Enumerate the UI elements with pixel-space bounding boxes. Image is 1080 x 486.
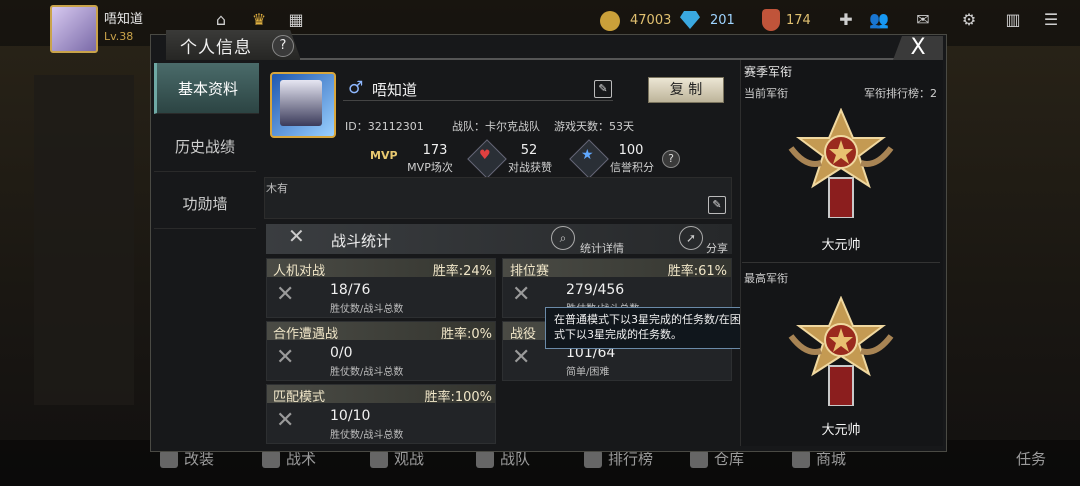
current-rank-name: 大元帅 bbox=[821, 238, 861, 253]
card-value: 279/456 bbox=[566, 282, 625, 298]
mvp-badge: MVP bbox=[370, 149, 398, 162]
gold-value: 47003 bbox=[630, 13, 672, 28]
shop-icon bbox=[792, 449, 810, 468]
best-rank-name: 大元帅 bbox=[821, 423, 861, 438]
wrench-icon bbox=[160, 449, 178, 468]
menu-icon[interactable]: ☰ bbox=[1040, 8, 1062, 30]
credit-label: 信誉积分 bbox=[610, 161, 654, 174]
likes-label: 对战获赞 bbox=[508, 161, 552, 174]
friends-icon[interactable]: 👥 bbox=[868, 8, 890, 30]
tab-basic-info[interactable]: 基本资料 bbox=[154, 63, 259, 114]
card-rate: 胜率:61% bbox=[667, 264, 727, 279]
warehouse-icon bbox=[690, 449, 708, 468]
crossed-guns-icon: ✕ bbox=[276, 408, 295, 433]
heart-glyph: ♥ bbox=[479, 148, 491, 163]
combat-stats-title: 战斗统计 bbox=[331, 232, 392, 250]
home-icon[interactable]: ⌂ bbox=[210, 8, 232, 30]
crossed-guns-icon: ✕ bbox=[512, 345, 531, 370]
mvp-value: 173 bbox=[422, 143, 448, 158]
player-id: ID：32112301 bbox=[345, 120, 424, 133]
tab-honor-wall[interactable]: 功勋墙 bbox=[154, 178, 256, 229]
signature-box[interactable] bbox=[264, 177, 732, 219]
likes-value: 52 bbox=[520, 143, 538, 158]
medal-icon bbox=[762, 9, 780, 31]
bottom-item-mission[interactable]: 任务 bbox=[1016, 448, 1046, 469]
tab-history[interactable]: 历史战绩 bbox=[154, 121, 256, 172]
share-icon[interactable]: ➚ bbox=[679, 226, 703, 250]
edit-name-icon[interactable]: ✎ bbox=[594, 80, 612, 98]
edit-signature-icon[interactable]: ✎ bbox=[708, 196, 726, 214]
grid-icon[interactable]: ▦ bbox=[285, 8, 307, 30]
card-sub: 胜仗数/战斗总数 bbox=[330, 304, 404, 315]
card-sub: 简单/困难 bbox=[566, 367, 610, 378]
play-days: 游戏天数：53天 bbox=[554, 120, 634, 133]
mvp-label: MVP场次 bbox=[407, 161, 453, 174]
medal-value: 174 bbox=[786, 13, 811, 28]
card-value: 18/76 bbox=[330, 282, 371, 298]
leaderboard-icon bbox=[584, 449, 602, 468]
card-rate: 胜率:24% bbox=[432, 264, 492, 279]
skull-icon bbox=[262, 449, 280, 468]
team-icon bbox=[476, 449, 494, 468]
player-avatar[interactable] bbox=[50, 5, 98, 53]
share-label[interactable]: 分享 bbox=[706, 240, 728, 256]
stats-detail-label[interactable]: 统计详情 bbox=[580, 240, 624, 256]
card-name: 人机对战 bbox=[273, 264, 326, 279]
modal-help-icon[interactable]: ? bbox=[272, 35, 294, 57]
gold-icon bbox=[600, 11, 620, 31]
star-glyph: ★ bbox=[581, 147, 594, 163]
player-team: 战队：卡尔克战队 bbox=[452, 120, 540, 133]
gear-icon[interactable]: ⚙ bbox=[958, 8, 980, 30]
rank-header: 赛季军衔 bbox=[744, 65, 793, 79]
modal-title: 个人信息 bbox=[180, 38, 252, 58]
card-name: 战役 bbox=[510, 327, 537, 342]
card-sub: 胜仗数/战斗总数 bbox=[330, 367, 404, 378]
card-rate: 胜率:100% bbox=[424, 390, 492, 405]
book-icon[interactable]: ▥ bbox=[1002, 8, 1024, 30]
credit-value: 100 bbox=[618, 143, 644, 158]
background-left-panel bbox=[34, 75, 134, 405]
plus-icon[interactable]: ✚ bbox=[835, 8, 857, 30]
card-name: 匹配模式 bbox=[273, 390, 326, 405]
crown-icon[interactable]: ♛ bbox=[248, 8, 270, 30]
card-rate: 胜率:0% bbox=[440, 327, 492, 342]
male-icon: ♂ bbox=[348, 78, 364, 98]
crossed-guns-icon: ✕ bbox=[512, 282, 531, 307]
stats-help-icon[interactable]: ? bbox=[662, 150, 680, 168]
player-level: Lv.38 bbox=[104, 30, 134, 43]
eye-icon bbox=[370, 449, 388, 468]
card-sub: 胜仗数/战斗总数 bbox=[330, 430, 404, 441]
player-name: 唔知道 bbox=[104, 12, 144, 27]
current-rank-medal-icon bbox=[788, 108, 894, 218]
crossed-guns-icon: ✕ bbox=[288, 224, 305, 248]
card-name: 排位赛 bbox=[510, 264, 550, 279]
card-name: 合作遭遇战 bbox=[273, 327, 339, 342]
current-rank-label: 当前军衔 bbox=[744, 87, 788, 100]
copy-button[interactable]: 复 制 bbox=[648, 77, 724, 103]
card-value: 0/0 bbox=[330, 345, 353, 361]
mail-icon[interactable]: ✉ bbox=[912, 8, 934, 30]
best-rank-medal-icon bbox=[788, 296, 894, 406]
signature-text: 木有 bbox=[266, 182, 288, 195]
card-value: 10/10 bbox=[330, 408, 371, 424]
stats-detail-icon[interactable]: ⌕ bbox=[551, 226, 575, 250]
crossed-guns-icon: ✕ bbox=[276, 345, 295, 370]
profile-name: 唔知道 bbox=[372, 81, 418, 99]
crossed-guns-icon: ✕ bbox=[276, 282, 295, 307]
rank-divider bbox=[742, 262, 940, 263]
profile-avatar bbox=[280, 80, 322, 126]
rank-board[interactable]: 军衔排行榜：2 bbox=[864, 85, 937, 101]
diamond-value: 201 bbox=[710, 13, 735, 28]
best-rank-label: 最高军衔 bbox=[744, 272, 788, 285]
